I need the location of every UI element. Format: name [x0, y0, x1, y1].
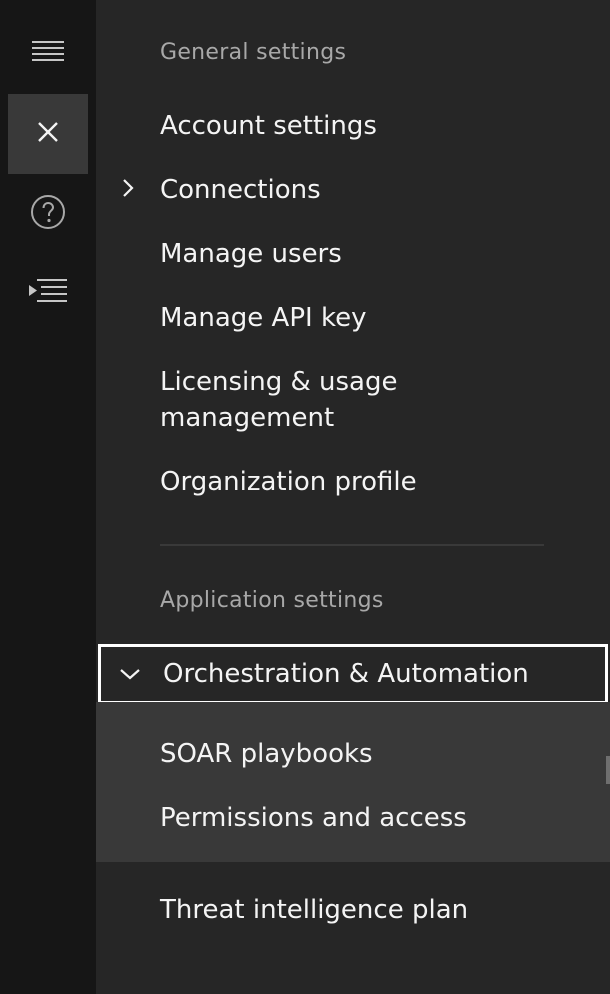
- application-settings-heading: Application settings: [160, 588, 384, 613]
- close-button[interactable]: [8, 94, 88, 174]
- settings-panel: General settings Account settings Connec…: [96, 0, 610, 994]
- manage-api-key-link[interactable]: Manage API key: [160, 300, 580, 336]
- hamburger-menu-icon: [31, 39, 65, 69]
- orchestration-automation-toggle[interactable]: Orchestration & Automation: [98, 644, 608, 704]
- orchestration-automation-label: Orchestration & Automation: [163, 659, 529, 689]
- panel-toggle-button[interactable]: [8, 254, 88, 334]
- organization-profile-link[interactable]: Organization profile: [160, 464, 580, 500]
- section-divider: [160, 544, 544, 546]
- permissions-access-link[interactable]: Permissions and access: [160, 800, 580, 836]
- scrollbar-thumb[interactable]: [606, 756, 610, 784]
- connections-link[interactable]: Connections: [160, 172, 580, 208]
- help-button[interactable]: [8, 174, 88, 254]
- help-icon: [30, 194, 66, 234]
- side-panel-toggle-icon: [27, 277, 69, 311]
- orchestration-submenu: SOAR playbooks Permissions and access: [96, 702, 610, 862]
- chevron-right-icon[interactable]: [118, 176, 138, 200]
- soar-playbooks-link[interactable]: SOAR playbooks: [160, 736, 580, 772]
- general-settings-heading: General settings: [160, 40, 347, 65]
- threat-intelligence-plan-link[interactable]: Threat intelligence plan: [160, 892, 580, 928]
- chevron-down-icon: [117, 661, 143, 687]
- manage-users-link[interactable]: Manage users: [160, 236, 580, 272]
- close-icon: [36, 120, 60, 148]
- licensing-usage-link[interactable]: Licensing & usage management: [160, 364, 420, 436]
- icon-rail: [0, 0, 96, 994]
- account-settings-link[interactable]: Account settings: [160, 108, 580, 144]
- menu-button[interactable]: [8, 14, 88, 94]
